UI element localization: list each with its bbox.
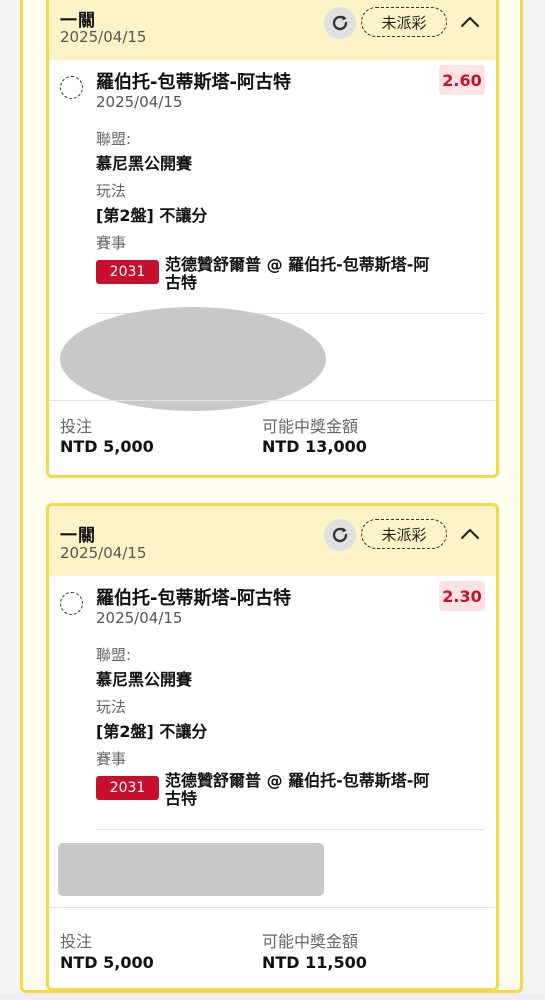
bet-card: 一關 2025/04/15 未派彩 羅伯托-包蒂斯塔-阿古特 2025/04/1… bbox=[46, 503, 499, 991]
stake-value: NTD 5,000 bbox=[60, 437, 154, 456]
match-name: 范德贊舒爾普 @ 羅伯托-包蒂斯塔-阿古特 bbox=[165, 255, 430, 292]
market-label: 玩法 bbox=[96, 182, 127, 200]
refresh-button[interactable] bbox=[324, 7, 356, 39]
chevron-up-icon bbox=[460, 16, 480, 28]
league-label: 聯盟: bbox=[96, 646, 132, 664]
selection-circle-icon[interactable] bbox=[60, 76, 83, 99]
collapse-button[interactable] bbox=[456, 8, 484, 36]
league-value: 慕尼黑公開賽 bbox=[96, 670, 193, 689]
refresh-button[interactable] bbox=[324, 519, 356, 551]
bet-date: 2025/04/15 bbox=[60, 28, 147, 46]
payout-value: NTD 13,000 bbox=[262, 437, 367, 456]
selection-circle-icon[interactable] bbox=[60, 592, 83, 615]
market-value: [第2盤] 不讓分 bbox=[96, 206, 208, 225]
redacted-area bbox=[58, 843, 324, 896]
status-badge: 未派彩 bbox=[361, 7, 447, 37]
market-value: [第2盤] 不讓分 bbox=[96, 722, 208, 741]
match-id-badge: 2031 bbox=[96, 260, 159, 284]
status-badge: 未派彩 bbox=[361, 519, 447, 549]
bet-date: 2025/04/15 bbox=[60, 544, 147, 562]
divider bbox=[96, 829, 484, 830]
chevron-up-icon bbox=[460, 528, 480, 540]
odds-badge: 2.60 bbox=[439, 65, 485, 95]
bet-card-header: 一關 2025/04/15 未派彩 bbox=[49, 0, 496, 60]
odds-badge: 2.30 bbox=[439, 581, 485, 611]
event-label: 賽事 bbox=[96, 234, 127, 252]
match-name: 范德贊舒爾普 @ 羅伯托-包蒂斯塔-阿古特 bbox=[165, 771, 430, 808]
stake-value: NTD 5,000 bbox=[60, 953, 154, 972]
market-label: 玩法 bbox=[96, 698, 127, 716]
payout-label: 可能中獎金額 bbox=[262, 932, 359, 951]
event-label: 賽事 bbox=[96, 750, 127, 768]
divider bbox=[49, 400, 496, 401]
divider bbox=[49, 907, 496, 908]
selection-team: 羅伯托-包蒂斯塔-阿古特 bbox=[96, 72, 291, 93]
match-id-badge: 2031 bbox=[96, 776, 159, 800]
bet-card: 一關 2025/04/15 未派彩 羅伯托-包蒂斯塔-阿古特 2025/04/1… bbox=[46, 0, 499, 478]
selection-team: 羅伯托-包蒂斯塔-阿古特 bbox=[96, 588, 291, 609]
payout-value: NTD 11,500 bbox=[262, 953, 367, 972]
page-bottom-edge bbox=[0, 993, 545, 1000]
bet-card-header: 一關 2025/04/15 未派彩 bbox=[49, 506, 496, 576]
stake-label: 投注 bbox=[60, 417, 93, 436]
redacted-area bbox=[60, 307, 326, 411]
bet-type: 一關 bbox=[60, 526, 96, 546]
league-value: 慕尼黑公開賽 bbox=[96, 154, 193, 173]
selection-date: 2025/04/15 bbox=[96, 609, 183, 627]
league-label: 聯盟: bbox=[96, 130, 132, 148]
refresh-icon bbox=[332, 527, 348, 543]
selection-date: 2025/04/15 bbox=[96, 93, 183, 111]
stake-label: 投注 bbox=[60, 932, 93, 951]
refresh-icon bbox=[332, 15, 348, 31]
collapse-button[interactable] bbox=[456, 520, 484, 548]
payout-label: 可能中獎金額 bbox=[262, 417, 359, 436]
